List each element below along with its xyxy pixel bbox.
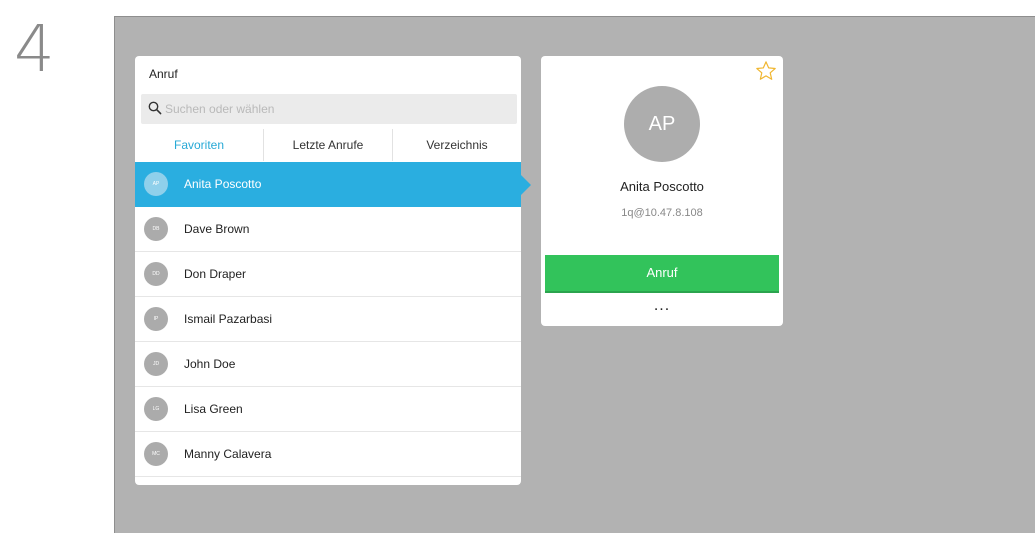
panel-title: Anruf — [149, 67, 178, 81]
contact-name: Don Draper — [184, 267, 247, 281]
contact-name: Lisa Green — [184, 402, 243, 416]
search-icon — [148, 101, 162, 115]
contact-detail-card: AP Anita Poscotto 1q@10.47.8.108 Anruf .… — [541, 56, 783, 326]
star-outline-icon[interactable] — [755, 60, 777, 82]
contact-name: Manny Calavera — [184, 447, 272, 461]
detail-address: 1q@10.47.8.108 — [621, 207, 703, 219]
avatar: IP — [144, 307, 168, 331]
selection-pointer — [521, 175, 531, 195]
list-item[interactable]: JD John Doe — [135, 342, 521, 387]
contact-name: John Doe — [184, 357, 236, 371]
avatar: JD — [144, 352, 168, 376]
search-placeholder: Suchen oder wählen — [165, 102, 275, 116]
avatar: DD — [144, 262, 168, 286]
avatar: MC — [144, 442, 168, 466]
contact-name: Ismail Pazarbasi — [184, 312, 273, 326]
detail-name: Anita Poscotto — [620, 179, 704, 194]
tab-bar: Favoriten Letzte Anrufe Verzeichnis — [135, 129, 521, 161]
list-item[interactable]: AP Anita Poscotto — [135, 162, 521, 207]
list-item[interactable]: LG Lisa Green — [135, 387, 521, 432]
search-input[interactable]: Suchen oder wählen — [141, 94, 517, 124]
contact-name: Dave Brown — [184, 222, 250, 236]
avatar: AP — [144, 172, 168, 196]
avatar: DB — [144, 217, 168, 241]
tab-verzeichnis[interactable]: Verzeichnis — [393, 129, 521, 161]
contact-name: Anita Poscotto — [184, 177, 262, 191]
contact-list: AP Anita Poscotto DB Dave Brown DD Don D… — [135, 162, 521, 477]
tab-letzte-anrufe[interactable]: Letzte Anrufe — [264, 129, 392, 161]
avatar: AP — [624, 86, 700, 162]
list-item[interactable]: DB Dave Brown — [135, 207, 521, 252]
call-button[interactable]: Anruf — [545, 255, 779, 293]
list-item[interactable]: MC Manny Calavera — [135, 432, 521, 477]
step-number: 4 — [14, 13, 55, 87]
list-item[interactable]: IP Ismail Pazarbasi — [135, 297, 521, 342]
more-options-button[interactable]: ... — [646, 298, 678, 318]
avatar: LG — [144, 397, 168, 421]
tab-favoriten[interactable]: Favoriten — [135, 129, 263, 161]
screen-area: Anruf Suchen oder wählen Favoriten Letzt… — [114, 16, 1035, 533]
list-item[interactable]: DD Don Draper — [135, 252, 521, 297]
call-panel: Anruf Suchen oder wählen Favoriten Letzt… — [135, 56, 521, 485]
